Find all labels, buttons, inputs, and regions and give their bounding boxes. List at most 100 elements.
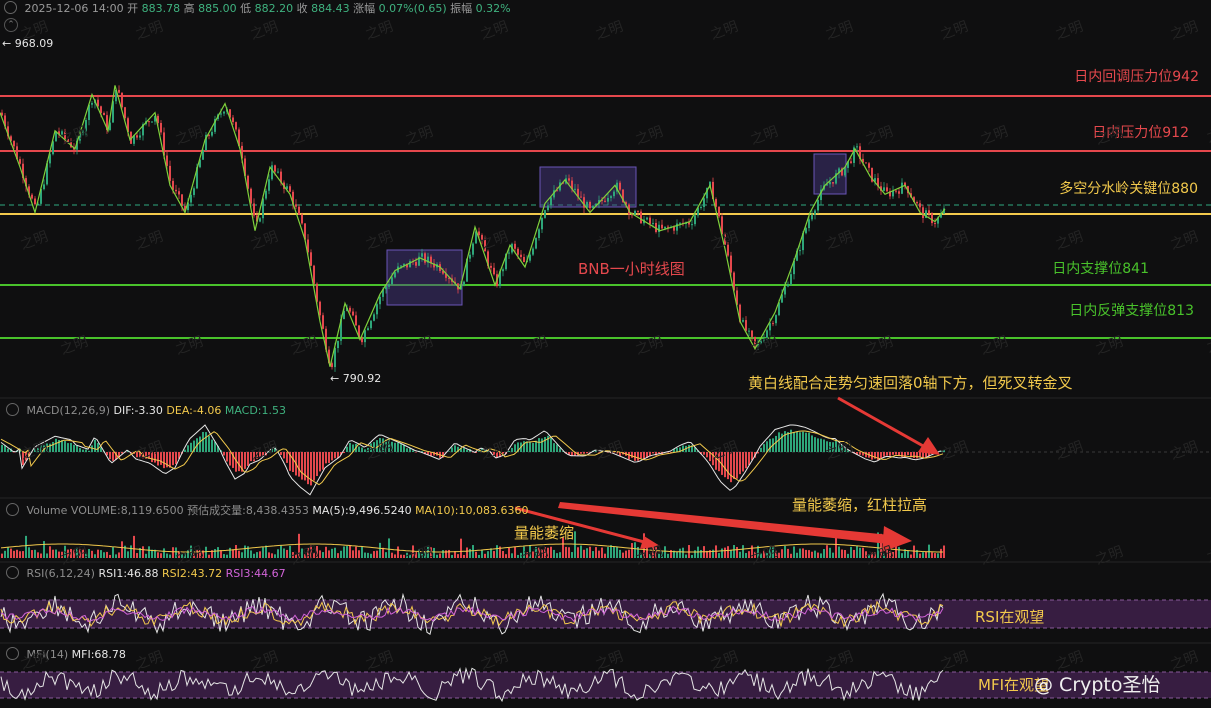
macd-bar <box>316 452 318 477</box>
macd-bar <box>397 442 399 452</box>
candle-body <box>268 179 270 191</box>
volume-bar <box>52 549 54 558</box>
volume-bar <box>127 551 129 558</box>
volume-bar <box>496 545 498 558</box>
macd-bar <box>238 452 240 472</box>
candle-body <box>121 92 123 108</box>
volume-bar <box>400 554 402 558</box>
volume-bar <box>478 554 480 558</box>
macd-bar <box>94 439 96 452</box>
macd-bar <box>328 452 330 463</box>
candle-body <box>181 194 183 206</box>
volume-bar <box>733 545 735 558</box>
candle-body <box>160 122 162 133</box>
macd-bar <box>67 443 69 452</box>
volume-bar <box>550 546 552 558</box>
volume-bar <box>7 547 9 558</box>
macd-bar <box>331 452 333 461</box>
candle-body <box>493 267 495 275</box>
macd-bar <box>775 435 777 452</box>
volume-bar <box>460 538 462 558</box>
macd-bar <box>637 452 639 461</box>
volume-bar <box>610 545 612 558</box>
volume-bar <box>841 549 843 558</box>
volume-bar <box>334 547 336 558</box>
macd-bar <box>343 452 345 454</box>
macd-bar <box>247 452 249 466</box>
volume-bar <box>901 553 903 558</box>
volume-bar <box>256 552 258 558</box>
volume-bar <box>394 554 396 558</box>
volume-bar <box>205 546 207 558</box>
candle-body <box>547 205 549 211</box>
volume-bar <box>274 554 276 558</box>
candle-body <box>175 189 177 192</box>
volume-bar <box>130 545 132 558</box>
candle-body <box>166 155 168 166</box>
macd-bar <box>883 452 885 457</box>
volume-bar <box>721 548 723 558</box>
candle-body <box>787 284 789 287</box>
macd-bar <box>544 437 546 452</box>
eye-icon[interactable] <box>6 503 19 516</box>
price-path <box>0 85 946 367</box>
volume-bar <box>724 547 726 558</box>
candle-body <box>652 222 654 224</box>
candle-body <box>19 159 21 164</box>
candle-body <box>898 191 900 194</box>
macd-bar <box>682 445 684 452</box>
volume-bar <box>583 549 585 558</box>
eye-icon[interactable] <box>6 566 19 579</box>
candle-body <box>391 277 393 285</box>
volume-bar <box>37 552 39 558</box>
candle-body <box>274 165 276 172</box>
candle-body <box>289 186 291 192</box>
macd-bar <box>760 447 762 452</box>
macd-bar <box>55 438 57 452</box>
candle-body <box>799 250 801 252</box>
volume-bar <box>10 548 12 558</box>
volume-bar <box>232 549 234 558</box>
volume-bar <box>370 553 372 558</box>
volume-bar <box>796 552 798 558</box>
candle-body <box>469 254 471 259</box>
eye-icon[interactable] <box>6 647 19 660</box>
volume-bar <box>463 554 465 558</box>
volume-bar <box>907 550 909 558</box>
volume-legend: Volume VOLUME:8,119.6500 预估成交量:8,438.435… <box>6 502 528 518</box>
volume-bar <box>259 551 261 558</box>
candle-body <box>139 135 141 138</box>
volume-bar <box>475 551 477 558</box>
candle-body <box>151 121 153 123</box>
volume-bar <box>505 554 507 558</box>
candle-body <box>640 211 642 224</box>
visibility-icon[interactable] <box>4 1 17 14</box>
volume-bar <box>376 550 378 558</box>
macd-bar <box>817 438 819 452</box>
macd-bar <box>319 452 321 472</box>
volume-bar <box>607 547 609 558</box>
collapse-icon[interactable]: ⌃ <box>4 18 18 32</box>
candle-body <box>919 203 921 208</box>
volume-bar <box>1 553 3 558</box>
volume-bar <box>346 546 348 558</box>
volume-bar <box>16 549 18 558</box>
macd-bar <box>292 452 294 473</box>
eye-icon[interactable] <box>6 403 19 416</box>
macd-bar <box>229 452 231 466</box>
volume-bar <box>601 547 603 558</box>
volume-bar <box>115 554 117 558</box>
candle-body <box>772 323 774 325</box>
volume-bar <box>736 546 738 558</box>
macd-bar <box>895 452 897 455</box>
volume-bar <box>166 553 168 558</box>
volume-bar <box>352 550 354 558</box>
volume-bar <box>22 551 24 558</box>
volume-bar <box>811 551 813 558</box>
volume-bar <box>148 546 150 558</box>
candle-body <box>253 203 255 216</box>
macd-bar <box>112 452 114 461</box>
volume-bar <box>94 554 96 558</box>
macd-bar <box>586 452 588 454</box>
candle-body <box>664 226 666 229</box>
